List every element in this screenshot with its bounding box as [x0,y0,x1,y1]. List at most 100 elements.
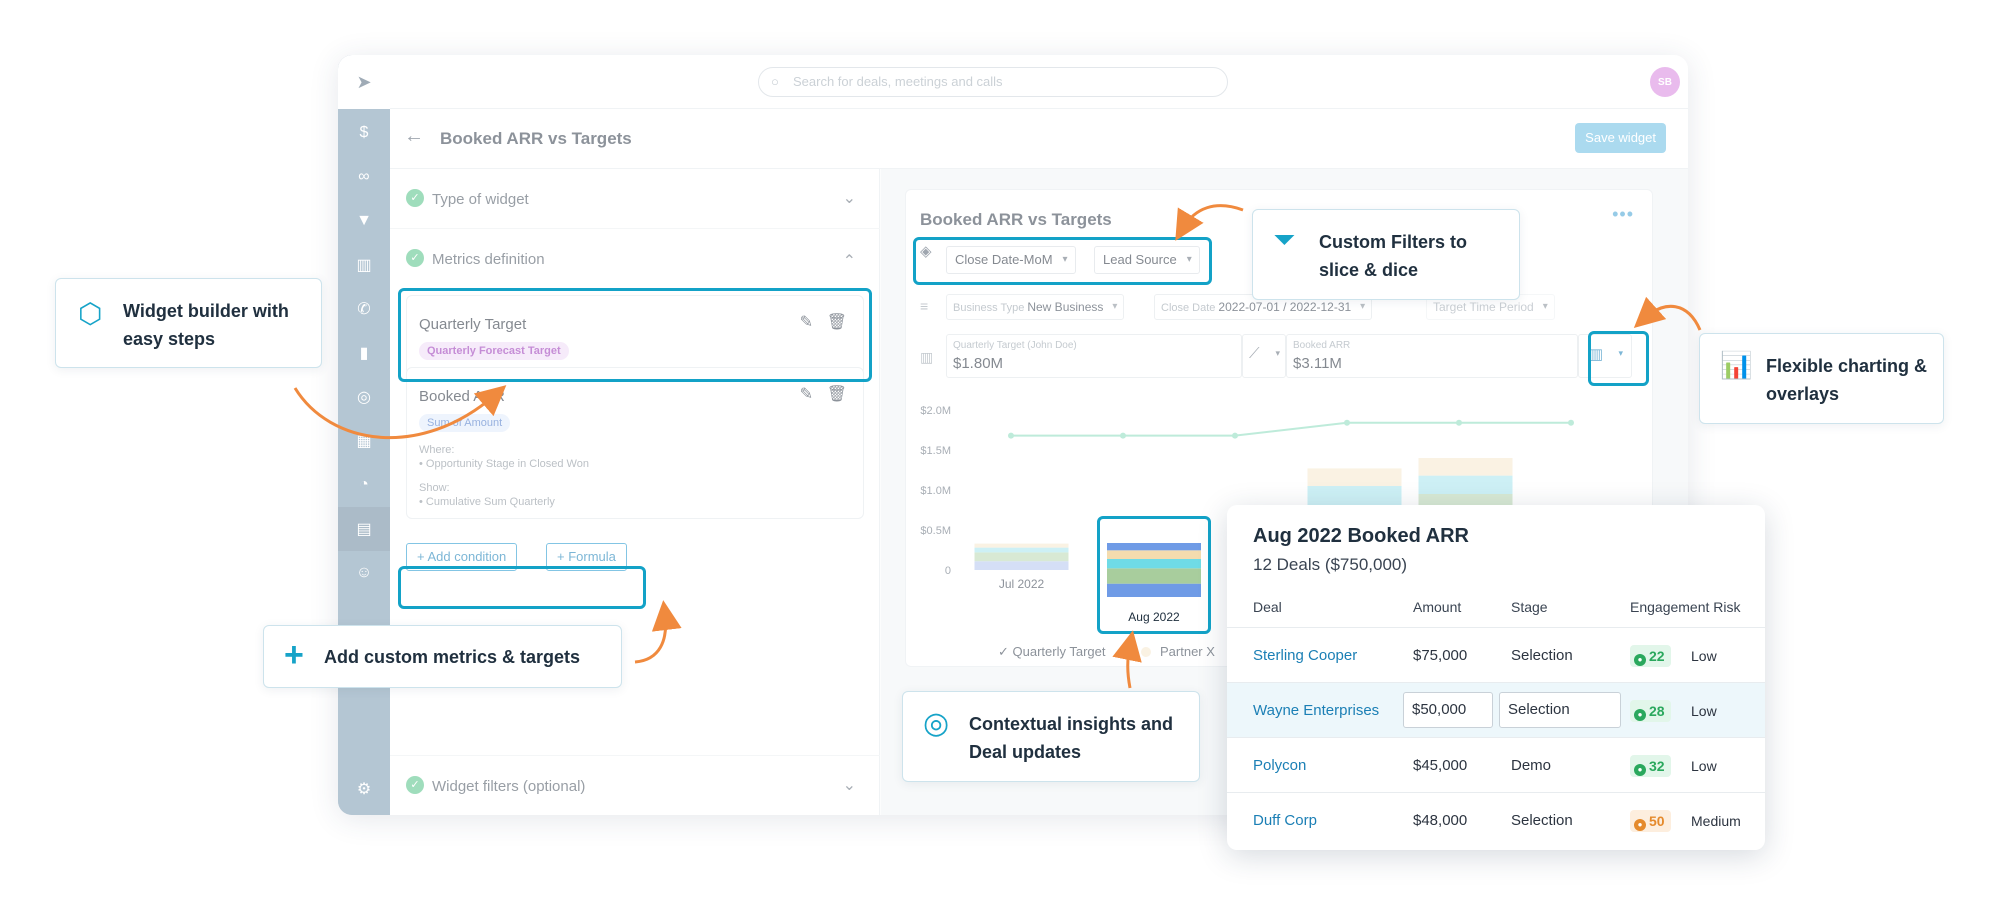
dollar-icon[interactable]: $ [338,111,390,155]
funnel-icon[interactable]: ▼ [338,199,390,243]
amount-input[interactable]: $50,000 [1403,692,1493,728]
callout-flexible-charting: 📊 Flexible charting & overlays [1699,333,1944,424]
table-row[interactable]: Polycon $45,000 Demo ● 32 Low [1227,737,1765,792]
chevron-down-icon: ▾ [1275,348,1280,358]
target-icon: ◎ [923,707,950,740]
section-label: Type of widget [432,191,529,208]
gauge-icon[interactable]: ◔ [338,463,390,507]
line-chart-type-dropdown[interactable]: ⟋ ▾ [1242,334,1286,378]
show-value-text: Cumulative Sum Quarterly [425,496,555,508]
deal-link[interactable]: Duff Corp [1253,812,1317,829]
popup-title: Aug 2022 Booked ARR [1253,525,1469,547]
chevron-up-icon[interactable]: ⌃ [843,251,856,271]
chevron-down-icon[interactable]: ⌄ [843,188,856,208]
deal-link[interactable]: Sterling Cooper [1253,647,1357,664]
where-value-text: Opportunity Stage in Closed Won [425,458,589,470]
callout-custom-filters: ⏷ Custom Filters to slice & dice [1252,209,1520,300]
filter-value: New Business [1027,300,1104,314]
plus-icon: + [284,636,304,674]
risk-dot-icon: ● [1634,764,1646,776]
check-icon: ✓ [406,776,424,794]
metric-box-quarterly-target[interactable]: Quarterly Target (John Doe) $1.80M [946,334,1242,378]
table-row[interactable]: Sterling Cooper $75,000 Selection ● 22 Lo… [1227,627,1765,682]
section-metrics-definition[interactable]: ✓ Metrics definition ⌃ [390,229,880,289]
avatar[interactable]: SB [1650,67,1680,97]
filter-lines-icon: ≡ [920,298,929,314]
bar-segment [974,561,1069,570]
metric-box-value: $1.80M [953,355,1004,372]
bar-segment [1307,486,1402,506]
chevron-down-icon[interactable]: ⌄ [843,775,856,795]
legend-partner-x: Partner X [1160,644,1215,659]
filter-key: Business Type [953,302,1025,314]
save-widget-button[interactable]: Save widget [1575,123,1666,153]
search-icon: ○ [771,74,779,89]
risk-score: 32 [1649,758,1665,774]
sidebar-rail: ➤ $ ∞ ▼ ▥ ✆ ▮ ◎ ▦ ◔ ▤ ☺ ⚙ [338,55,390,815]
callout-custom-metrics: + Add custom metrics & targets [263,625,622,688]
deal-stage: Demo [1511,757,1552,774]
quarterly-target-point [1008,432,1014,439]
highlight-chart-type [1588,331,1649,386]
gear-icon[interactable]: ⚙ [338,767,390,811]
aug-2022-bar[interactable]: Aug 2022 [1100,519,1208,631]
bar-segment [974,543,1069,548]
stage-select[interactable]: Selection [1499,692,1621,728]
table-icon[interactable]: ▦ [338,419,390,463]
cube-icon: ⬡ [78,298,103,329]
line-chart-icon: ⟋ [1249,345,1260,362]
table-row[interactable]: Duff Corp $48,000 Selection ● 50 Medium [1227,792,1765,847]
aug-bar-segment [1107,543,1201,551]
x-tick-label: Jul 2022 [999,577,1045,591]
x-tick-label-aug: Aug 2022 [1128,610,1180,624]
metric-box-booked-arr[interactable]: Booked ARR $3.11M [1286,334,1578,378]
logo-icon[interactable]: ➤ [338,55,390,109]
bar-chart-icon[interactable]: ▮ [338,331,390,375]
column-header-deal: Deal [1253,599,1282,615]
chart-type-icon: ▥ [920,349,934,365]
where-label: Where: [419,444,455,456]
bar-segment [1418,475,1513,494]
bar-segment [974,552,1069,562]
filter-value: 2022-07-01 / 2022-12-31 [1218,300,1352,314]
show-value: • Cumulative Sum Quarterly [419,496,555,508]
search-input[interactable]: ○ Search for deals, meetings and calls [758,67,1228,97]
section-type-of-widget[interactable]: ✓ Type of widget ⌄ [390,169,880,229]
metric-card-booked-arr[interactable]: Booked ARR Sum of Amount ✎ 🗑 Where: • Op… [406,367,864,519]
deal-link[interactable]: Wayne Enterprises [1253,702,1379,719]
aug-bar-segment [1107,568,1201,584]
legend-quarterly-target: ✓ Quarterly Target [998,644,1106,659]
aug-bar-segment [1107,550,1201,559]
quarterly-target-point [1456,419,1462,426]
quarterly-target-point [1232,432,1238,439]
more-options-icon[interactable]: ••• [1612,204,1634,225]
building-icon[interactable]: ▥ [338,243,390,287]
highlight-aug-bar[interactable]: Aug 2022 [1097,516,1211,634]
dashboard-icon[interactable]: ▤ [338,507,390,551]
deal-amount: $48,000 [1413,812,1468,829]
quarterly-target-point [1120,432,1126,439]
pencil-icon[interactable]: ✎ [800,384,813,404]
phone-icon[interactable]: ✆ [338,287,390,331]
column-header-engagement-risk: Engagement Risk [1630,599,1741,615]
user-settings-icon[interactable]: ☺ [338,551,390,595]
y-tick-label: $1.0M [920,485,951,497]
column-header-stage: Stage [1511,599,1548,615]
widget-builder-panel: ✓ Type of widget ⌄ ✓ Metrics definition … [390,169,880,815]
aug-bar-segment [1107,559,1201,569]
quarterly-target-point [1568,419,1574,426]
search-placeholder: Search for deals, meetings and calls [793,74,1003,89]
highlight-quarterly-target [398,288,872,382]
page-title: Booked ARR vs Targets [440,129,632,148]
business-type-filter[interactable]: Business Type New Business [946,294,1125,320]
binoculars-icon[interactable]: ∞ [338,155,390,199]
back-arrow-icon[interactable]: ← [404,125,424,148]
deal-stage: Selection [1511,812,1573,829]
bar-segment [1307,468,1402,486]
section-widget-filters[interactable]: ✓ Widget filters (optional) ⌄ [390,755,880,815]
trash-icon[interactable]: 🗑 [827,384,847,404]
target-icon[interactable]: ◎ [338,375,390,419]
callout-text: Contextual insights and Deal updates [969,714,1174,762]
table-row[interactable]: Wayne Enterprises $50,000 Selection ● 28 … [1227,682,1765,737]
deal-link[interactable]: Polycon [1253,757,1306,774]
